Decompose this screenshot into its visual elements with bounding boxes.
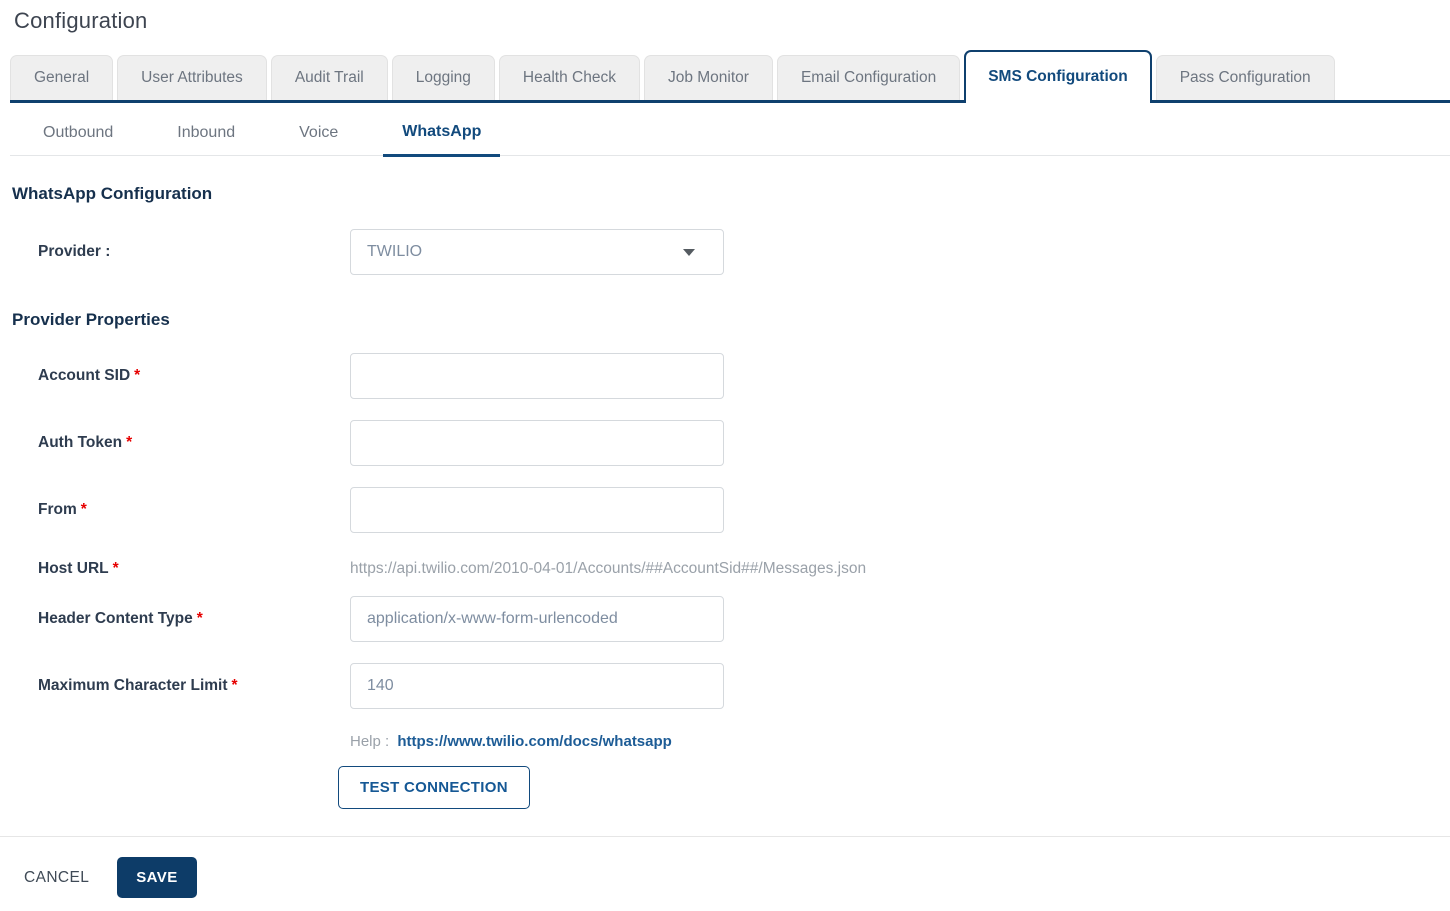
subtab-voice[interactable]: Voice bbox=[299, 110, 338, 155]
account-sid-row: Account SID * bbox=[0, 353, 1450, 399]
from-input[interactable] bbox=[350, 487, 724, 533]
account-sid-label: Account SID * bbox=[38, 367, 141, 384]
provider-select[interactable]: TWILIO bbox=[350, 229, 724, 275]
required-asterisk: * bbox=[134, 367, 141, 384]
provider-properties-heading: Provider Properties bbox=[12, 310, 170, 329]
auth-token-row: Auth Token * bbox=[0, 420, 1450, 466]
required-asterisk: * bbox=[126, 434, 133, 451]
tab-general[interactable]: General bbox=[10, 55, 114, 100]
required-asterisk: * bbox=[112, 560, 119, 577]
tab-pass-configuration[interactable]: Pass Configuration bbox=[1155, 55, 1335, 100]
auth-token-label: Auth Token * bbox=[38, 434, 133, 451]
subtab-outbound[interactable]: Outbound bbox=[43, 110, 113, 155]
footer-action-bar: CANCEL SAVE bbox=[0, 836, 1450, 898]
subtab-inbound[interactable]: Inbound bbox=[177, 110, 235, 155]
page-title: Configuration bbox=[14, 8, 148, 33]
subtab-whatsapp[interactable]: WhatsApp bbox=[383, 109, 501, 157]
tab-audit-trail[interactable]: Audit Trail bbox=[270, 55, 388, 100]
host-url-value: https://api.twilio.com/2010-04-01/Accoun… bbox=[350, 560, 867, 577]
main-tab-bar: General User Attributes Audit Trail Logg… bbox=[10, 50, 1450, 103]
required-asterisk: * bbox=[196, 610, 203, 627]
header-content-type-row: Header Content Type * bbox=[0, 596, 1450, 642]
required-asterisk: * bbox=[231, 677, 238, 694]
host-url-label: Host URL * bbox=[38, 560, 119, 577]
provider-label: Provider : bbox=[38, 243, 111, 260]
maximum-character-limit-row: Maximum Character Limit * bbox=[0, 663, 1450, 709]
cancel-button[interactable]: CANCEL bbox=[24, 869, 89, 887]
whatsapp-configuration-section: WhatsApp Configuration Provider : TWILIO bbox=[0, 184, 1450, 275]
from-label: From * bbox=[38, 501, 87, 518]
tab-health-check[interactable]: Health Check bbox=[498, 55, 640, 100]
tab-email-configuration[interactable]: Email Configuration bbox=[776, 55, 961, 100]
tab-job-monitor[interactable]: Job Monitor bbox=[643, 55, 773, 100]
account-sid-input[interactable] bbox=[350, 353, 724, 399]
tab-logging[interactable]: Logging bbox=[391, 55, 495, 100]
maximum-character-limit-input[interactable] bbox=[350, 663, 724, 709]
provider-row: Provider : TWILIO bbox=[0, 229, 1450, 275]
header-content-type-input[interactable] bbox=[350, 596, 724, 642]
maximum-character-limit-label: Maximum Character Limit * bbox=[38, 677, 238, 694]
host-url-row: Host URL * https://api.twilio.com/2010-04… bbox=[0, 554, 1450, 584]
tab-sms-configuration[interactable]: SMS Configuration bbox=[964, 50, 1152, 103]
provider-selected-value: TWILIO bbox=[367, 243, 423, 260]
test-connection-button[interactable]: TEST CONNECTION bbox=[338, 766, 530, 809]
chevron-down-icon bbox=[683, 248, 695, 256]
sms-sub-tab-bar: Outbound Inbound Voice WhatsApp bbox=[10, 109, 1450, 157]
help-line: Help : https://www.twilio.com/docs/whats… bbox=[350, 733, 1450, 750]
tab-user-attributes[interactable]: User Attributes bbox=[117, 55, 267, 100]
required-asterisk: * bbox=[80, 501, 87, 518]
auth-token-input[interactable] bbox=[350, 420, 724, 466]
provider-properties-section: Provider Properties Account SID * Auth To… bbox=[0, 310, 1450, 809]
whatsapp-configuration-heading: WhatsApp Configuration bbox=[12, 184, 213, 203]
from-row: From * bbox=[0, 487, 1450, 533]
save-button[interactable]: SAVE bbox=[117, 857, 197, 898]
help-label: Help : bbox=[350, 733, 390, 750]
help-link[interactable]: https://www.twilio.com/docs/whatsapp bbox=[397, 733, 671, 750]
header-content-type-label: Header Content Type * bbox=[38, 610, 203, 627]
